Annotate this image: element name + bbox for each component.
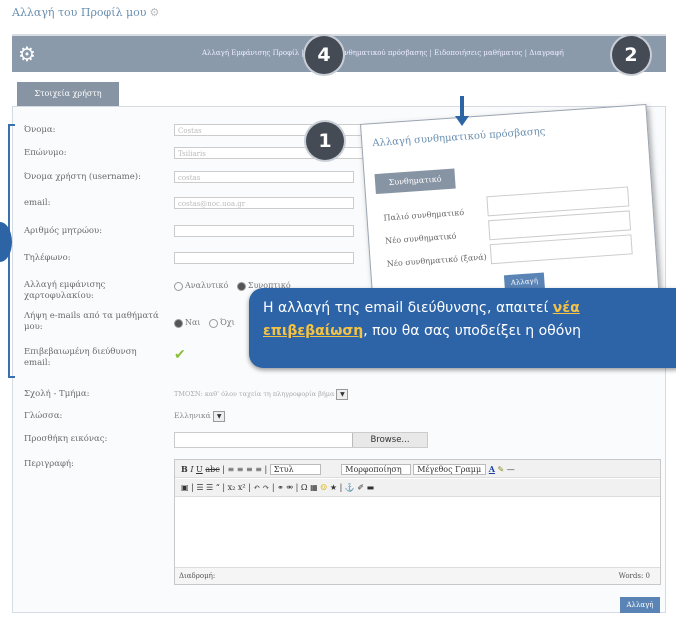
image-icon[interactable]: ▣	[181, 483, 189, 492]
smiley-icon[interactable]: ☺	[320, 483, 327, 492]
language-select[interactable]: Ελληνικά ▼	[174, 411, 226, 422]
am-input[interactable]	[174, 225, 354, 237]
font-color-icon[interactable]: A	[489, 464, 495, 474]
step-badge-2: 2	[612, 36, 650, 74]
editor-toolbar-1: B I U abc | ≡ ≡ ≡ ≡ | Στυλ Μορφοποίηση Μ…	[175, 460, 660, 478]
gear-icon[interactable]: ⚙	[18, 42, 36, 66]
tab-user-details[interactable]: Στοιχεία χρήστη	[17, 82, 119, 106]
email-options: Ναι Όχι	[174, 318, 235, 328]
radio-analytic[interactable]	[174, 281, 183, 291]
browse-button[interactable]: Browse...	[352, 433, 427, 447]
callout-line-1: Η αλλαγή της email διεύθυνσης, απαιτεί ν…	[263, 300, 580, 316]
description-label: Περιγραφή:	[24, 459, 74, 469]
dropdown-arrow-icon[interactable]: ▼	[336, 389, 349, 400]
check-icon: ✔	[174, 347, 186, 363]
popup-box-label: Συνθηματικό	[374, 168, 456, 195]
editor-word-count: Words: 0	[618, 572, 650, 580]
save-button[interactable]: Αλλαγή	[620, 597, 660, 613]
callout-email-note: Η αλλαγή της email διεύθυνσης, απαιτεί ν…	[249, 288, 676, 368]
last-name-label: Επώνυμο:	[24, 148, 67, 158]
underline-icon[interactable]: U	[196, 465, 203, 474]
dropdown-arrow-icon[interactable]: ▼	[213, 411, 226, 422]
file-input[interactable]: Browse...	[174, 432, 428, 448]
omega-icon[interactable]: Ω	[301, 483, 308, 492]
radio-summary[interactable]	[236, 281, 246, 291]
email-label: email:	[24, 198, 51, 208]
radio-yes[interactable]	[174, 318, 183, 328]
username-input[interactable]: costas	[174, 171, 354, 183]
new-password-label: Νέο συνθηματικό	[384, 231, 457, 246]
email-input[interactable]: costas@noc.uoa.gr	[174, 197, 354, 209]
password-popup: Αλλαγή συνθηματικού πρόσβασης Συνθηματικ…	[360, 103, 660, 318]
verified-email-label: Επιβεβαιωμένη διεύθυνση email:	[24, 347, 137, 368]
gear-icon[interactable]: ⚙	[150, 6, 160, 19]
confirm-password-label: Νέο συνθηματικό (ξανά)	[386, 252, 488, 269]
add-image-label: Προσθήκη εικόνας:	[24, 434, 108, 444]
bold-icon[interactable]: B	[181, 464, 188, 474]
portfolio-label: Αλλαγή εμφάνισης χαρτοφυλακίου:	[24, 280, 106, 301]
arrow-head	[455, 116, 469, 126]
popup-title: Αλλαγή συνθηματικού πρόσβασης	[372, 126, 546, 150]
username-label: Όνομα χρήστη (username):	[24, 172, 141, 182]
style-select[interactable]: Στυλ	[269, 464, 321, 475]
highlight-icon[interactable]: ✎	[498, 465, 505, 474]
receive-email-label: Λήψη e-mails από τα μαθήματά μου:	[24, 311, 159, 332]
step-badge-1: 1	[306, 122, 344, 160]
language-label: Γλώσσα:	[24, 411, 63, 421]
profile-nav-links[interactable]: Αλλαγή Εμφάνισης Προφίλ | Αλλαγή συνθημα…	[202, 49, 564, 57]
editor-toolbar-2: ▣ | ☰ ☰ “ | x₂ x² | ↶ ↷ | ⚭ ⚮ | Ω ▦ ☺ ★ …	[175, 479, 660, 497]
arrow-pointer	[460, 96, 464, 118]
editor-status-bar: Διαδρομή: Words: 0	[175, 567, 660, 584]
confirm-password-input[interactable]	[489, 234, 633, 265]
phone-label: Τηλέφωνο:	[24, 253, 71, 263]
faculty-label: Σχολή - Τμήμα:	[24, 389, 90, 399]
step-badge-4: 4	[305, 36, 343, 74]
page-title: Αλλαγή του Προφίλ μου ⚙	[12, 6, 160, 19]
old-password-label: Παλιό συνθηματικό	[383, 207, 465, 223]
size-select[interactable]: Μέγεθος Γραμμ	[413, 464, 487, 475]
editor-path: Διαδρομή:	[179, 572, 216, 580]
faculty-select[interactable]: ΤΜΟΣΝ: καθ' όλον ταχεία τη πληγροφορία β…	[174, 389, 349, 400]
italic-icon[interactable]: I	[190, 465, 193, 474]
am-label: Αριθμός μητρώου:	[24, 226, 103, 236]
strike-icon[interactable]: abc	[205, 465, 219, 474]
table-icon[interactable]: ▦	[310, 483, 318, 492]
radio-no[interactable]	[209, 318, 219, 328]
callout-line-2: επιβεβαίωση, που θα σας υποδείξει η οθόν…	[263, 323, 581, 339]
phone-input[interactable]	[174, 252, 354, 264]
first-name-label: Όνομα:	[24, 125, 56, 135]
rich-text-editor[interactable]: B I U abc | ≡ ≡ ≡ ≡ | Στυλ Μορφοποίηση Μ…	[174, 459, 661, 585]
format-select[interactable]: Μορφοποίηση	[341, 464, 411, 475]
